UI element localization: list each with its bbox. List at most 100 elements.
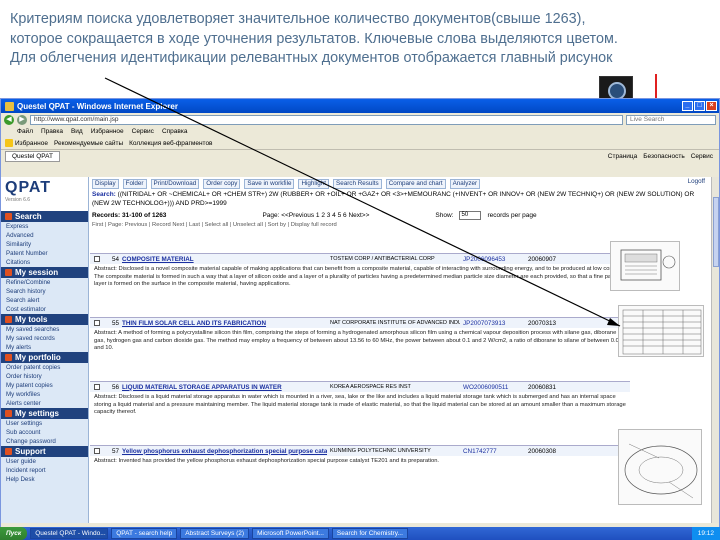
tab-qpat[interactable]: Questel QPAT: [5, 151, 60, 162]
live-search-input[interactable]: Live Search: [626, 114, 716, 125]
sidebar-item[interactable]: My workfiles: [1, 390, 88, 399]
command-page[interactable]: Страница: [608, 153, 637, 160]
taskbar-item[interactable]: Microsoft PowerPoint...: [252, 528, 329, 539]
back-arrow-icon[interactable]: ◀: [4, 114, 14, 125]
sidebar-section-search[interactable]: Search: [1, 211, 88, 222]
logoff-link[interactable]: Logoff: [688, 178, 705, 185]
sidebar-item[interactable]: Order history: [1, 372, 88, 381]
sidebar-section-my-session[interactable]: My session: [1, 267, 88, 278]
sidebar-item[interactable]: Help Desk: [1, 475, 88, 484]
web-slices-label: Коллекция веб-фрагментов: [129, 139, 213, 147]
toolbar-display[interactable]: Display: [92, 178, 119, 189]
ie-icon: [5, 101, 14, 111]
record-title-link[interactable]: Yellow phosphorus exhaust dephosphorizat…: [122, 448, 327, 455]
start-button[interactable]: Пуск: [0, 527, 28, 540]
record-drawing[interactable]: [618, 305, 704, 357]
url-input[interactable]: http://www.qpat.com/main.jsp: [30, 114, 623, 125]
toolbar-compare[interactable]: Compare and chart: [385, 178, 446, 189]
sidebar-item[interactable]: Order patent copies: [1, 363, 88, 372]
record-patent-number[interactable]: WO2006090511: [463, 384, 525, 391]
sidebar-item[interactable]: My alerts: [1, 343, 88, 352]
maximize-button[interactable]: □: [694, 101, 705, 111]
record-title-link[interactable]: THIN FILM SOLAR CELL AND ITS FABRICATION: [122, 320, 327, 327]
record-checkbox[interactable]: [94, 320, 100, 326]
taskbar-item[interactable]: Abstract Surveys (2): [180, 528, 250, 539]
suggested-sites-link[interactable]: Рекомендуемые сайты: [54, 140, 123, 147]
menu-help[interactable]: Справка: [162, 128, 188, 135]
menu-edit[interactable]: Правка: [41, 128, 63, 135]
toolbar-results[interactable]: Search Results: [333, 178, 382, 189]
toolbar-order[interactable]: Order copy: [203, 178, 241, 189]
toolbar-folder[interactable]: Folder: [122, 178, 147, 189]
sidebar-item[interactable]: Sub account: [1, 428, 88, 437]
suggested-sites-label: Рекомендуемые сайты: [53, 139, 124, 147]
page-scrollbar[interactable]: [711, 177, 719, 523]
page-links[interactable]: Page: <<Previous 1 2 3 4 5 6 Next>>: [262, 212, 369, 219]
taskbar-item[interactable]: Search for Chemistry...: [331, 528, 408, 539]
sidebar-item[interactable]: My saved records: [1, 334, 88, 343]
record-number: 55: [111, 319, 119, 327]
sidebar-item[interactable]: Advanced: [1, 231, 88, 240]
record-date: 20060907: [528, 255, 557, 263]
record-drawing[interactable]: [610, 241, 680, 291]
toolbar: Display Folder Print/Download Order copy…: [90, 177, 713, 190]
command-tools[interactable]: Сервис: [691, 153, 713, 160]
menu-tools[interactable]: Сервис: [132, 128, 154, 135]
taskbar-item[interactable]: Questel QPAT - Windo...: [30, 528, 109, 539]
per-page-select[interactable]: 50: [459, 211, 482, 220]
sidebar-item[interactable]: Patent Number: [1, 249, 88, 258]
toolbar-highlight[interactable]: Highlight: [298, 178, 329, 189]
record-nav: First | Page: Previous | Record Next | L…: [92, 222, 337, 228]
record-checkbox[interactable]: [94, 384, 100, 390]
caption-line: которое сокращается в ходе уточнения рез…: [10, 30, 618, 47]
sidebar-item[interactable]: Search alert: [1, 296, 88, 305]
sidebar-section-my-settings[interactable]: My settings: [1, 408, 88, 419]
menu-view[interactable]: Вид: [71, 128, 83, 135]
record-patent-number[interactable]: JP2006096453: [463, 256, 525, 263]
toolbar-save[interactable]: Save in workfile: [244, 178, 295, 189]
sidebar-item[interactable]: Citations: [1, 258, 88, 267]
minimize-button[interactable]: _: [682, 101, 693, 111]
sidebar-item[interactable]: Alerts center: [1, 399, 88, 408]
command-safety[interactable]: Безопасность: [643, 153, 684, 160]
favorites-button[interactable]: Избранное: [5, 139, 48, 147]
record-patent-number[interactable]: CN1742777: [463, 448, 525, 455]
record-title-link[interactable]: LIQUID MATERIAL STORAGE APPARATUS IN WAT…: [122, 384, 327, 391]
sidebar-item[interactable]: Search history: [1, 287, 88, 296]
address-bar: ◀ ▶ http://www.qpat.com/main.jsp Live Se…: [1, 113, 719, 126]
caption-line: Критериям поиска удовлетворяет значитель…: [10, 11, 586, 27]
sidebar-item[interactable]: User settings: [1, 419, 88, 428]
forward-arrow-icon[interactable]: ▶: [17, 114, 27, 125]
search-label: Search:: [92, 191, 116, 198]
record-checkbox[interactable]: [94, 256, 100, 262]
taskbar-item[interactable]: QPAT - search help: [111, 528, 178, 539]
sidebar-item[interactable]: Change password: [1, 437, 88, 446]
menu-favorites[interactable]: Избранное: [91, 128, 124, 135]
record-title-link[interactable]: COMPOSITE MATERIAL: [122, 256, 327, 263]
sidebar-item[interactable]: Express: [1, 222, 88, 231]
qpat-logo: QPAT Version 6.6: [1, 177, 88, 211]
sidebar-section-my-portfolio[interactable]: My portfolio: [1, 352, 88, 363]
menu-file[interactable]: Файл: [17, 128, 33, 135]
sidebar-item[interactable]: My saved searches: [1, 325, 88, 334]
sidebar-item[interactable]: Cost estimator: [1, 305, 88, 314]
sidebar-item[interactable]: Similarity: [1, 240, 88, 249]
sidebar-item[interactable]: Refine/Combine: [1, 278, 88, 287]
close-button[interactable]: ×: [706, 101, 717, 111]
sidebar-section-my-tools[interactable]: My tools: [1, 314, 88, 325]
web-slices-link[interactable]: Коллекция веб-фрагментов: [129, 140, 212, 147]
record-checkbox[interactable]: [94, 448, 100, 454]
sidebar-section-support[interactable]: Support: [1, 446, 88, 457]
scrollbar-thumb[interactable]: [713, 197, 719, 267]
record-patent-number[interactable]: JP2007073913: [463, 320, 525, 327]
system-tray: 19:12: [691, 527, 720, 540]
sidebar-item[interactable]: My patent copies: [1, 381, 88, 390]
paging-row: Records: 31-100 of 1263 Page: <<Previous…: [90, 210, 713, 221]
sidebar-item[interactable]: Incident report: [1, 466, 88, 475]
toolbar-print[interactable]: Print/Download: [150, 178, 200, 189]
record-assignee: NAT CORPORATE INSTITUTE OF ADVANCED INDU…: [330, 320, 460, 326]
toolbar-analyzer[interactable]: Analyzer: [449, 178, 481, 189]
record-drawing[interactable]: [618, 429, 702, 505]
menu-bar: Файл Правка Вид Избранное Сервис Справка: [1, 126, 719, 137]
sidebar-item[interactable]: User guide: [1, 457, 88, 466]
